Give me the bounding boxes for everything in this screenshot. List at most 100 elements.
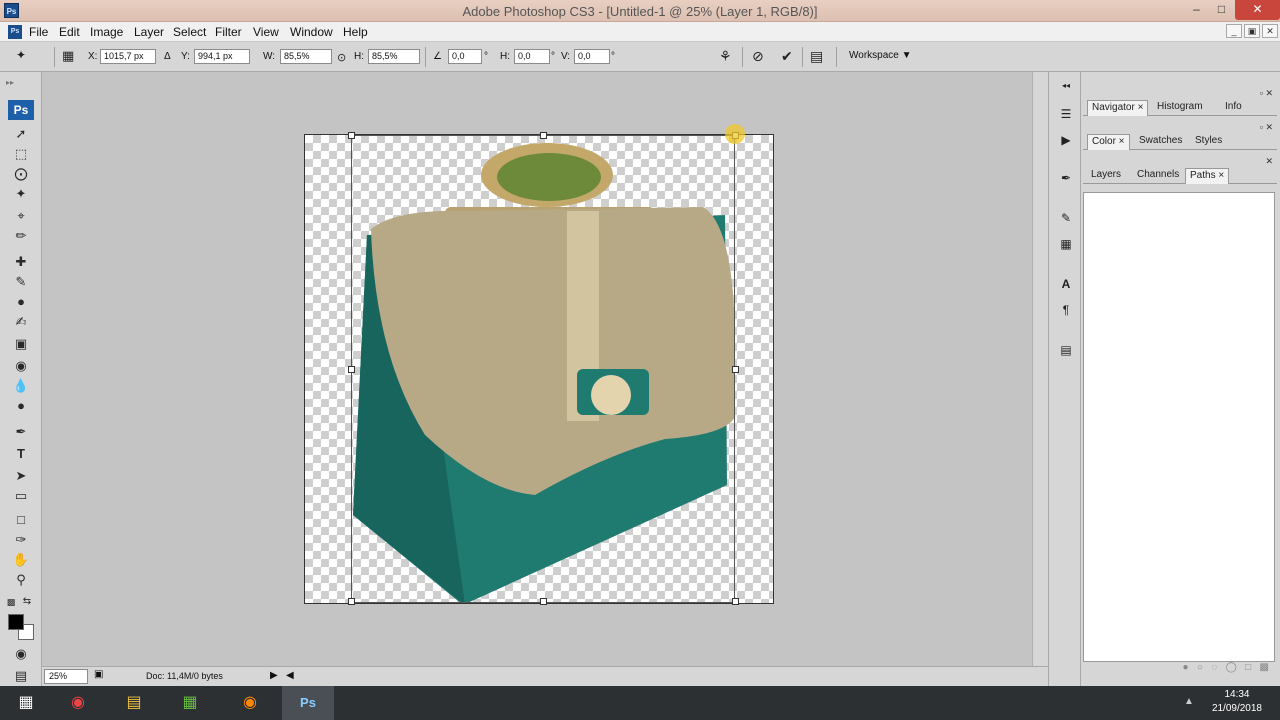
scroll-left-icon[interactable]: ◀ (286, 670, 294, 681)
transform-handle-bottom[interactable] (540, 598, 547, 605)
windows-start-icon[interactable]: ▦ (0, 686, 52, 720)
bridge-icon[interactable]: ▤ (810, 48, 823, 65)
menu-layer[interactable]: Layer (134, 25, 164, 39)
tab-swatches[interactable]: Swatches (1135, 134, 1186, 150)
menu-filter[interactable]: Filter (215, 25, 242, 39)
chrome-icon[interactable]: ◉ (52, 686, 104, 720)
crop-tool-icon[interactable]: ⌖ (10, 206, 32, 226)
transform-handle-top[interactable] (540, 132, 547, 139)
file-explorer-icon[interactable]: ▤ (108, 686, 160, 720)
tab-channels[interactable]: Channels (1133, 168, 1183, 184)
tab-paths[interactable]: Paths × (1185, 168, 1230, 184)
transform-handle-bottom-right[interactable] (732, 598, 739, 605)
tab-color[interactable]: Color × (1087, 134, 1130, 150)
delete-path-icon[interactable]: ▩ (1260, 662, 1269, 673)
doc-close-button[interactable]: ✕ (1262, 24, 1278, 38)
marquee-tool-icon[interactable]: ⬚ (10, 144, 32, 164)
menu-select[interactable]: Select (173, 25, 206, 39)
menu-view[interactable]: View (253, 25, 279, 39)
tab-styles[interactable]: Styles (1191, 134, 1226, 150)
close-button[interactable]: ✕ (1235, 0, 1280, 20)
menu-edit[interactable]: Edit (59, 25, 80, 39)
paint-bucket-tool-icon[interactable]: ◉ (10, 356, 32, 376)
hand-tool-icon[interactable]: ✋ (10, 550, 32, 570)
status-icon[interactable]: ▣ (94, 669, 103, 680)
magic-wand-tool-icon[interactable]: ✦ (10, 184, 32, 204)
dodge-tool-icon[interactable]: ● (10, 396, 32, 416)
eyedropper-tool-icon[interactable]: ✑ (10, 530, 32, 550)
photoshop-taskbar-icon[interactable]: Ps (282, 686, 334, 720)
transform-handle-bottom-left[interactable] (348, 598, 355, 605)
panel-close-icon[interactable]: ▫ ✕ (1260, 122, 1273, 133)
tab-info[interactable]: Info (1221, 100, 1246, 116)
paragraph-panel-icon[interactable]: ¶ (1056, 300, 1076, 320)
healing-brush-tool-icon[interactable]: ✚ (10, 252, 32, 272)
tab-layers[interactable]: Layers (1087, 168, 1125, 184)
path-selection-tool-icon[interactable]: ➤ (10, 466, 32, 486)
new-path-icon[interactable]: □ (1245, 662, 1251, 673)
maximize-button[interactable]: □ (1208, 0, 1235, 20)
tab-histogram[interactable]: Histogram (1153, 100, 1207, 116)
load-selection-icon[interactable]: ◌ (1211, 662, 1217, 673)
blur-tool-icon[interactable]: 💧 (10, 376, 32, 396)
system-clock[interactable]: 14:34 21/09/2018 (1212, 688, 1262, 716)
photoshop-logo[interactable]: Ps (8, 100, 34, 120)
transform-handle-right[interactable] (732, 366, 739, 373)
quick-mask-icon[interactable]: ◉ (10, 644, 32, 664)
eraser-tool-icon[interactable]: ▣ (10, 334, 32, 354)
cancel-transform-icon[interactable]: ⊘ (752, 48, 764, 65)
spreadsheet-icon[interactable]: ▦ (164, 686, 216, 720)
tray-chevron-icon[interactable]: ▲ (1184, 696, 1194, 707)
vskew-field[interactable]: 0,0 (574, 49, 610, 64)
pen-tool-icon[interactable]: ✒ (10, 422, 32, 442)
actions-panel-icon[interactable]: ▶ (1056, 130, 1076, 150)
x-field[interactable]: 1015,7 px (100, 49, 156, 64)
minimize-button[interactable]: – (1183, 0, 1210, 20)
tab-navigator[interactable]: Navigator × (1087, 100, 1149, 116)
character-panel-icon[interactable]: A (1056, 274, 1076, 294)
stroke-path-icon[interactable]: ○ (1197, 662, 1203, 673)
grip-icon[interactable]: ▸▸ (6, 78, 14, 87)
history-panel-icon[interactable]: ☰ (1056, 104, 1076, 124)
transform-handle-left[interactable] (348, 366, 355, 373)
history-brush-tool-icon[interactable]: ✍ (10, 312, 32, 332)
panel-close-icon[interactable]: ✕ (1265, 156, 1273, 167)
swap-colors-icon[interactable]: ⇆ (20, 592, 34, 612)
link-icon[interactable]: ⊙ (337, 51, 346, 64)
menu-image[interactable]: Image (90, 25, 123, 39)
hskew-field[interactable]: 0,0 (514, 49, 550, 64)
transform-bounding-box[interactable] (348, 132, 739, 605)
warp-icon[interactable]: ⚘ (719, 48, 732, 65)
reference-point-icon[interactable]: ▦ (62, 48, 74, 64)
notes-tool-icon[interactable]: □ (10, 510, 32, 530)
h-field[interactable]: 85,5% (368, 49, 420, 64)
brushes-panel-icon[interactable]: ✎ (1056, 208, 1076, 228)
tool-presets-icon[interactable]: ✒ (1056, 168, 1076, 188)
rectangle-tool-icon[interactable]: ▭ (10, 486, 32, 506)
foreground-color-swatch[interactable] (8, 614, 24, 630)
canvas-workspace[interactable] (42, 72, 1032, 666)
vertical-scrollbar[interactable] (1032, 72, 1048, 666)
slice-tool-icon[interactable]: ✏ (10, 226, 32, 246)
type-tool-icon[interactable]: T (10, 444, 32, 464)
clone-stamp-tool-icon[interactable]: ● (10, 292, 32, 312)
transform-handle-top-left[interactable] (348, 132, 355, 139)
zoom-field[interactable]: 25% (44, 669, 88, 684)
document-icon[interactable]: Ps (8, 25, 22, 39)
doc-restore-button[interactable]: ▣ (1244, 24, 1260, 38)
doc-minimize-button[interactable]: _ (1226, 24, 1242, 38)
media-icon[interactable]: ◉ (224, 686, 276, 720)
make-work-path-icon[interactable]: ◯ (1226, 662, 1237, 673)
lasso-tool-icon[interactable]: ⨀ (10, 164, 32, 184)
angle-field[interactable]: 0,0 (448, 49, 482, 64)
y-field[interactable]: 994,1 px (194, 49, 250, 64)
paths-panel-body[interactable] (1083, 192, 1275, 662)
commit-transform-icon[interactable]: ✔ (781, 48, 793, 65)
default-colors-icon[interactable]: ▩ (4, 592, 18, 612)
fill-path-icon[interactable]: ● (1183, 662, 1189, 673)
status-menu-arrow-icon[interactable]: ▶ (270, 670, 278, 681)
document-canvas[interactable] (304, 132, 774, 605)
w-field[interactable]: 85,5% (280, 49, 332, 64)
menu-help[interactable]: Help (343, 25, 368, 39)
zoom-tool-icon[interactable]: ⚲ (10, 570, 32, 590)
